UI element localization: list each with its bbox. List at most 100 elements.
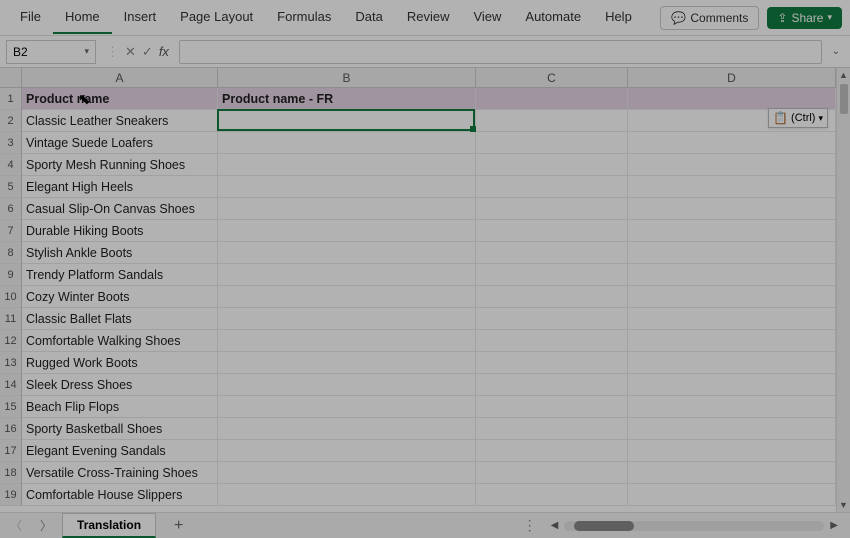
ribbon-tab-file[interactable]: File [8, 1, 53, 34]
cell[interactable]: Durable Hiking Boots [22, 220, 218, 241]
column-header-d[interactable]: D [628, 68, 836, 87]
scroll-right-icon[interactable]: ▶ [830, 520, 838, 531]
cell[interactable] [628, 484, 836, 505]
cell[interactable] [476, 198, 628, 219]
cell[interactable] [476, 396, 628, 417]
cell[interactable]: Casual Slip-On Canvas Shoes [22, 198, 218, 219]
tab-options-icon[interactable]: ⋮ [523, 517, 537, 534]
row-header[interactable]: 8 [0, 242, 21, 264]
row-header[interactable]: 15 [0, 396, 21, 418]
enter-icon[interactable]: ✓ [142, 44, 153, 60]
cell[interactable]: Sleek Dress Shoes [22, 374, 218, 395]
hscroll-thumb[interactable] [574, 521, 634, 531]
cell[interactable] [218, 396, 476, 417]
cell[interactable] [476, 264, 628, 285]
cell[interactable] [476, 330, 628, 351]
comments-button[interactable]: 💬 Comments [660, 6, 759, 30]
cell[interactable] [218, 286, 476, 307]
cell[interactable] [628, 308, 836, 329]
cell[interactable] [476, 308, 628, 329]
cell[interactable] [476, 110, 628, 131]
cell[interactable] [218, 440, 476, 461]
cell[interactable] [628, 242, 836, 263]
cell[interactable]: Comfortable Walking Shoes [22, 330, 218, 351]
cell[interactable] [628, 462, 836, 483]
ribbon-tab-help[interactable]: Help [593, 1, 644, 34]
row-header[interactable]: 1 [0, 88, 21, 110]
cell[interactable] [218, 462, 476, 483]
row-header[interactable]: 14 [0, 374, 21, 396]
column-header-c[interactable]: C [476, 68, 628, 87]
scroll-up-icon[interactable]: ▲ [837, 68, 850, 82]
cell[interactable] [628, 132, 836, 153]
ribbon-tab-formulas[interactable]: Formulas [265, 1, 343, 34]
cell[interactable] [476, 88, 628, 109]
cell[interactable] [476, 462, 628, 483]
horizontal-scrollbar[interactable]: ◀ ▶ [551, 520, 838, 531]
cell[interactable] [628, 374, 836, 395]
name-box[interactable]: B2 ▾ [6, 40, 96, 64]
cell[interactable] [218, 154, 476, 175]
row-header[interactable]: 10 [0, 286, 21, 308]
cell[interactable] [218, 264, 476, 285]
row-header[interactable]: 18 [0, 462, 21, 484]
column-header-a[interactable]: A [22, 68, 218, 87]
cell[interactable]: Classic Leather Sneakers [22, 110, 218, 131]
row-header[interactable]: 3 [0, 132, 21, 154]
scroll-left-icon[interactable]: ◀ [551, 520, 559, 531]
cell[interactable] [218, 308, 476, 329]
cell[interactable] [628, 330, 836, 351]
cell[interactable] [628, 264, 836, 285]
cell[interactable]: Versatile Cross-Training Shoes [22, 462, 218, 483]
cell[interactable] [628, 396, 836, 417]
tab-nav-next[interactable]: 〉 [40, 517, 52, 534]
column-header-b[interactable]: B [218, 68, 476, 87]
cell[interactable]: Product name [22, 88, 218, 109]
cell[interactable] [218, 220, 476, 241]
ribbon-tab-review[interactable]: Review [395, 1, 462, 34]
ribbon-tab-page-layout[interactable]: Page Layout [168, 1, 265, 34]
row-header[interactable]: 13 [0, 352, 21, 374]
scroll-thumb[interactable] [840, 84, 848, 114]
cells-region[interactable]: Product nameProduct name - FRClassic Lea… [22, 88, 836, 506]
row-header[interactable]: 12 [0, 330, 21, 352]
tab-nav-prev[interactable]: 〈 [10, 517, 22, 534]
cell[interactable] [218, 374, 476, 395]
ribbon-tab-insert[interactable]: Insert [112, 1, 169, 34]
cell[interactable]: Sporty Mesh Running Shoes [22, 154, 218, 175]
row-header[interactable]: 19 [0, 484, 21, 506]
cell[interactable]: Elegant High Heels [22, 176, 218, 197]
cell[interactable]: Classic Ballet Flats [22, 308, 218, 329]
cell[interactable] [476, 352, 628, 373]
cell[interactable] [218, 330, 476, 351]
cell[interactable] [628, 220, 836, 241]
row-header[interactable]: 9 [0, 264, 21, 286]
scroll-down-icon[interactable]: ▼ [837, 498, 850, 512]
cell[interactable] [218, 198, 476, 219]
cell[interactable] [218, 132, 476, 153]
cell[interactable] [628, 88, 836, 109]
share-button[interactable]: ⇪ Share ▾ [767, 7, 842, 29]
formula-input[interactable] [179, 40, 822, 64]
cell[interactable] [218, 418, 476, 439]
cell[interactable] [476, 220, 628, 241]
cell[interactable] [476, 132, 628, 153]
row-header[interactable]: 6 [0, 198, 21, 220]
cell[interactable] [476, 440, 628, 461]
row-header[interactable]: 4 [0, 154, 21, 176]
ribbon-tab-home[interactable]: Home [53, 1, 112, 34]
cell[interactable] [476, 374, 628, 395]
cell[interactable] [218, 176, 476, 197]
cell[interactable] [476, 154, 628, 175]
sheet-tab-translation[interactable]: Translation [62, 513, 156, 538]
ribbon-tab-view[interactable]: View [461, 1, 513, 34]
row-header[interactable]: 11 [0, 308, 21, 330]
cell[interactable] [628, 154, 836, 175]
cell[interactable] [628, 440, 836, 461]
cancel-icon[interactable]: ✕ [125, 44, 136, 60]
vertical-scrollbar[interactable]: ▲ ▼ [836, 68, 850, 512]
formula-expand-icon[interactable]: ⌄ [828, 46, 844, 57]
cell[interactable]: Vintage Suede Loafers [22, 132, 218, 153]
cell[interactable] [218, 484, 476, 505]
row-header[interactable]: 2 [0, 110, 21, 132]
